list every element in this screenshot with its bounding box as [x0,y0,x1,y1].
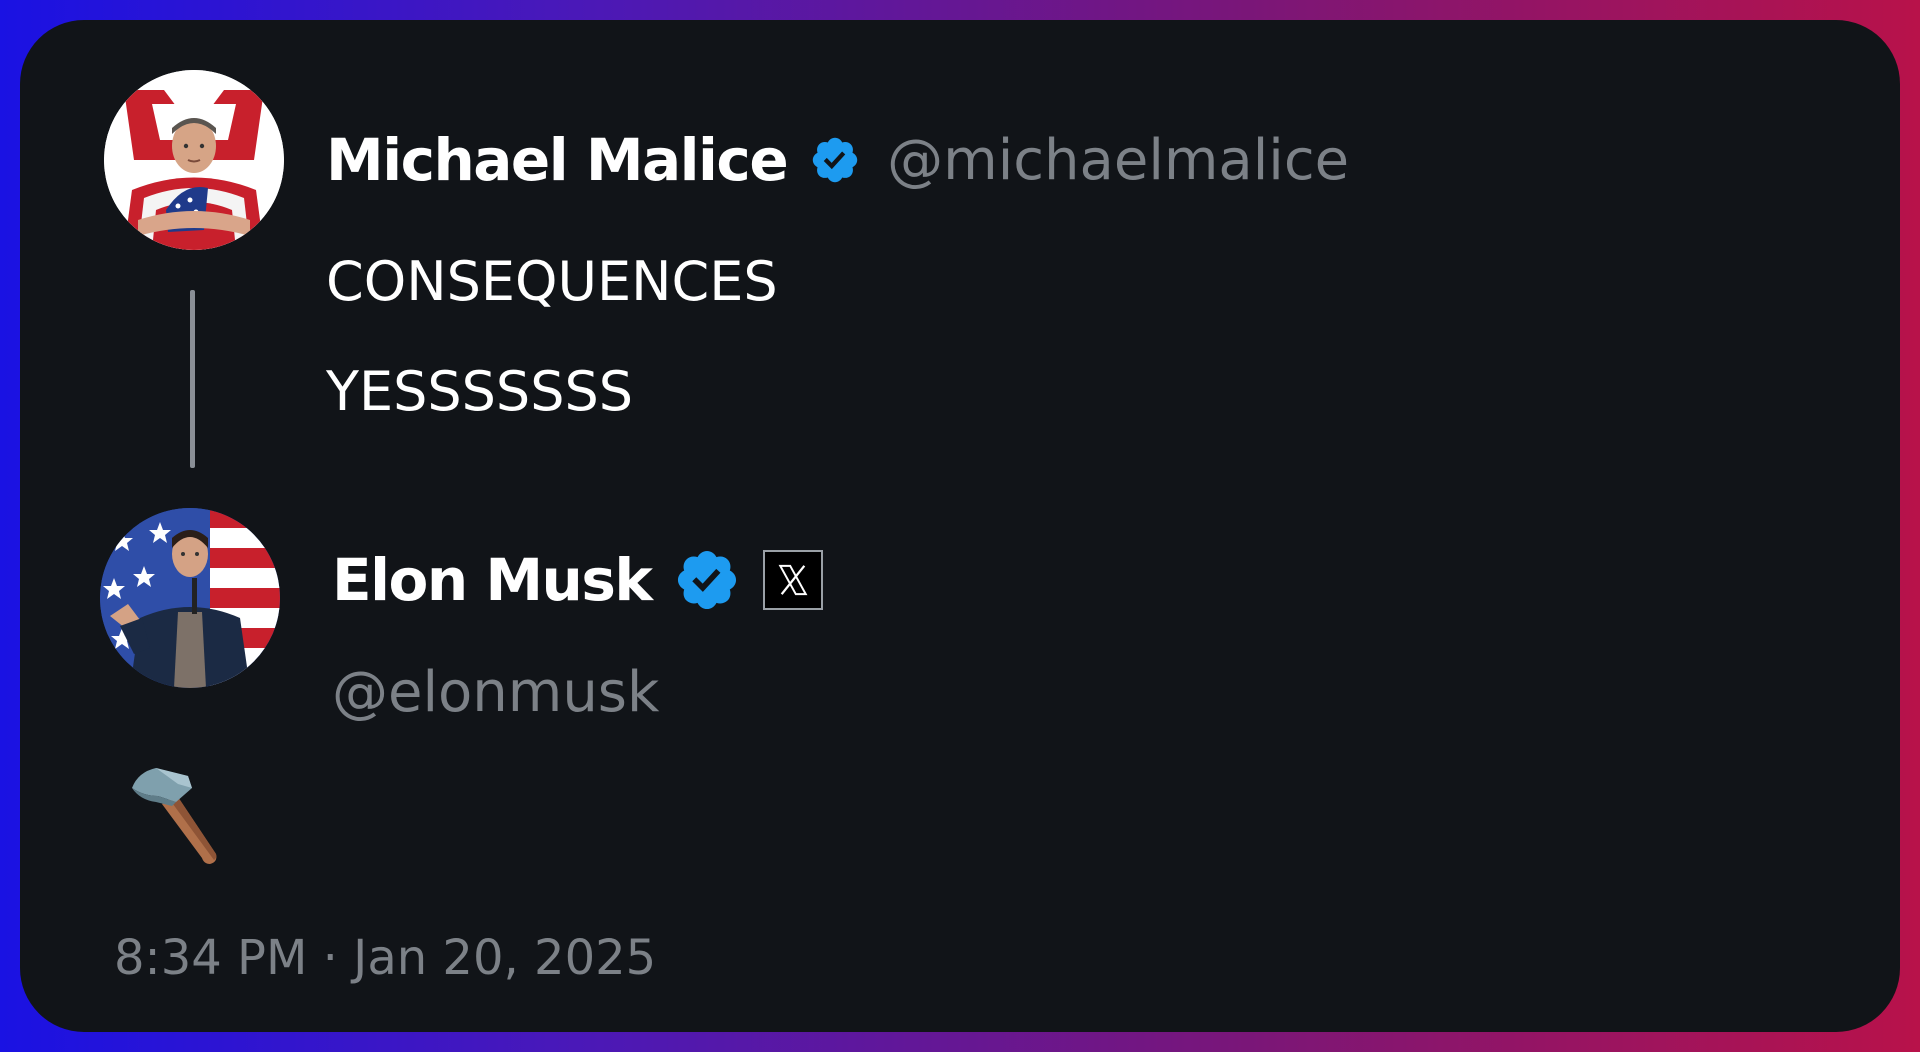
author-name[interactable]: Elon Musk [332,546,653,614]
author-handle[interactable]: @elonmusk [332,660,659,725]
quoted-tweet-text-line: CONSEQUENCES [326,250,778,313]
tweet-timestamp[interactable]: 8:34 PM · Jan 20, 2025 [114,930,656,986]
thread-connector-line [190,290,195,468]
quoted-tweet-text-line: YESSSSSSS [326,360,634,423]
author-header: Elon Musk [332,540,824,620]
x-logo-icon[interactable] [763,550,824,610]
quoted-author-header: Michael Malice @michaelmalice [326,120,1349,200]
quoted-author-name[interactable]: Michael Malice [326,126,789,194]
tweet-card: Michael Malice @michaelmalice CONSEQUENC… [20,20,1900,1032]
verified-badge-icon [809,134,861,186]
hammer-emoji-icon [118,758,228,868]
verified-badge-icon [673,546,741,614]
quoted-author-avatar[interactable] [104,70,284,250]
author-avatar[interactable] [100,508,280,688]
quoted-author-handle[interactable]: @michaelmalice [887,128,1349,193]
